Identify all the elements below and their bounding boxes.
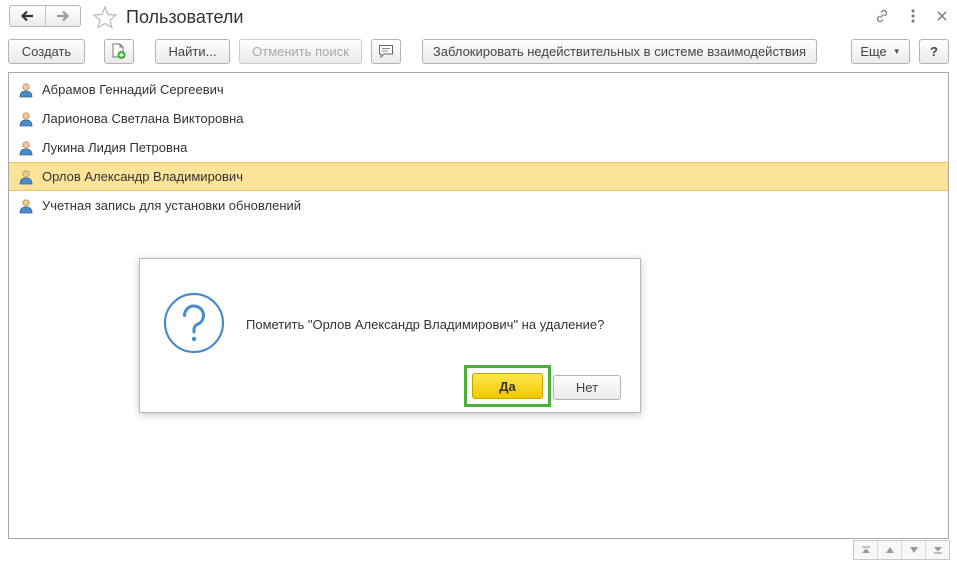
favorite-button[interactable]	[92, 5, 118, 29]
last-page-icon	[933, 547, 942, 554]
block-invalid-users-button[interactable]: Заблокировать недействительных в системе…	[422, 39, 817, 64]
scroll-to-top-button[interactable]	[854, 541, 877, 559]
scroll-up-button[interactable]	[877, 541, 901, 559]
cancel-search-button[interactable]: Отменить поиск	[239, 39, 362, 64]
menu-button[interactable]	[903, 6, 923, 26]
user-name: Учетная запись для установки обновлений	[42, 198, 302, 213]
more-label: Еще	[860, 44, 887, 59]
add-copy-button[interactable]	[104, 39, 134, 64]
help-button[interactable]: ?	[919, 39, 949, 64]
user-name: Ларионова Светлана Викторовна	[42, 111, 244, 126]
list-navigation	[853, 540, 950, 560]
star-icon	[92, 5, 118, 29]
user-icon	[19, 111, 33, 126]
vertical-dots-icon	[911, 9, 915, 23]
create-button[interactable]: Создать	[8, 39, 85, 64]
yes-button-highlight: Да	[464, 365, 551, 407]
dialog-message: Пометить "Орлов Александр Владимирович" …	[246, 317, 605, 332]
scroll-down-button[interactable]	[901, 541, 925, 559]
list-item[interactable]: Абрамов Геннадий Сергеевич	[9, 75, 948, 104]
link-button[interactable]	[872, 6, 892, 26]
user-icon	[19, 140, 33, 155]
first-page-icon	[861, 546, 870, 553]
list-item-selected[interactable]: Орлов Александр Владимирович	[9, 162, 948, 191]
list-item[interactable]: Лукина Лидия Петровна	[9, 133, 948, 162]
link-icon	[876, 9, 888, 23]
question-icon	[163, 292, 225, 354]
back-button[interactable]	[10, 6, 45, 26]
close-button[interactable]	[932, 6, 952, 26]
history-navigation	[9, 5, 81, 27]
yes-button[interactable]: Да	[472, 373, 543, 399]
more-button[interactable]: Еще ▼	[851, 39, 910, 64]
document-plus-icon	[112, 43, 126, 59]
list-item[interactable]: Учетная запись для установки обновлений	[9, 191, 948, 220]
chevron-down-icon	[909, 547, 918, 553]
user-name: Лукина Лидия Петровна	[42, 140, 188, 155]
user-icon	[19, 82, 33, 97]
scroll-to-bottom-button[interactable]	[925, 541, 949, 559]
no-button[interactable]: Нет	[553, 375, 621, 400]
comment-button[interactable]	[371, 39, 401, 64]
chevron-up-icon	[885, 547, 894, 553]
list-item[interactable]: Ларионова Светлана Викторовна	[9, 104, 948, 133]
user-name: Абрамов Геннадий Сергеевич	[42, 82, 224, 97]
user-icon	[19, 169, 33, 184]
arrow-right-icon	[56, 10, 69, 22]
find-button[interactable]: Найти...	[155, 39, 230, 64]
chevron-down-icon: ▼	[892, 47, 901, 56]
forward-button[interactable]	[44, 6, 81, 26]
confirm-delete-dialog: Пометить "Орлов Александр Владимирович" …	[139, 258, 641, 413]
close-icon	[937, 11, 947, 21]
user-name: Орлов Александр Владимирович	[42, 169, 243, 184]
page-title: Пользователи	[126, 7, 244, 27]
arrow-left-icon	[21, 10, 34, 22]
user-icon	[19, 198, 33, 213]
speech-bubble-icon	[379, 45, 393, 59]
